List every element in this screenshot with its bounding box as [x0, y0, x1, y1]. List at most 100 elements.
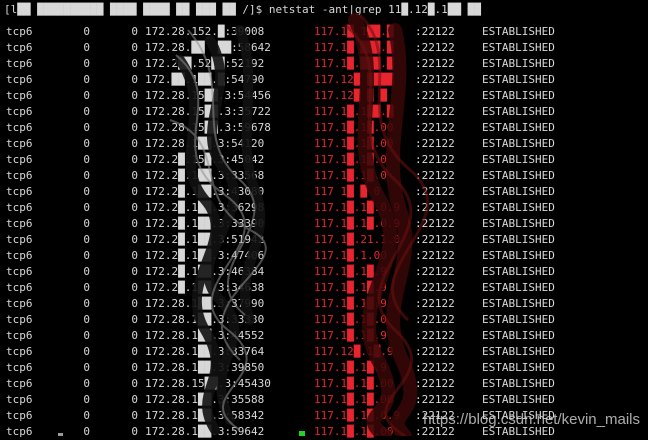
- state-cell: ESTABLISHED: [482, 313, 555, 326]
- recv-q-cell: 0: [83, 361, 90, 374]
- foreign-port-cell: :22122: [415, 233, 455, 246]
- proto-cell: tcp6: [6, 345, 33, 358]
- recv-q-cell: 0: [83, 137, 90, 150]
- foreign-address-cell: 117.1█.1█.0: [314, 313, 387, 326]
- proto-cell: tcp6: [6, 185, 33, 198]
- foreign-port-cell: :22122: [415, 249, 455, 262]
- local-address-cell: 172.28.1██.3:37990: [145, 297, 265, 310]
- recv-q-cell: 0: [83, 425, 90, 438]
- foreign-port-cell: :22122: [415, 361, 455, 374]
- proto-cell: tcp6: [6, 361, 33, 374]
- state-cell: ESTABLISHED: [482, 265, 555, 278]
- proto-cell: tcp6: [6, 265, 33, 278]
- foreign-port-cell: :22122: [415, 57, 455, 70]
- send-q-cell: 0: [131, 345, 138, 358]
- send-q-cell: 0: [131, 297, 138, 310]
- state-cell: ESTABLISHED: [482, 25, 555, 38]
- proto-cell: tcp6: [6, 121, 33, 134]
- local-address-cell: 172.28.1██.3:33330: [145, 313, 265, 326]
- send-q-cell: 0: [131, 329, 138, 342]
- state-cell: ESTABLISHED: [482, 57, 555, 70]
- foreign-address-cell: 117.1█.███.█: [314, 57, 394, 70]
- local-address-cell: 172.28.1██.3:39850: [145, 361, 265, 374]
- state-cell: ESTABLISHED: [482, 233, 555, 246]
- foreign-address-cell: 117.1█.1█.9: [314, 265, 387, 278]
- foreign-port-cell: :22122: [415, 393, 455, 406]
- local-address-cell: 172.28.1██.3:54120: [145, 137, 265, 150]
- state-cell: ESTABLISHED: [482, 153, 555, 166]
- proto-cell: tcp6: [6, 281, 33, 294]
- recv-q-cell: 0: [83, 313, 90, 326]
- foreign-port-cell: :22122: [415, 281, 455, 294]
- foreign-port-cell: :22122: [415, 105, 455, 118]
- proto-cell: tcp6: [6, 409, 33, 422]
- foreign-port-cell: :22122: [415, 41, 455, 54]
- recv-q-cell: 0: [83, 265, 90, 278]
- state-cell: ESTABLISHED: [482, 249, 555, 262]
- recv-q-cell: 0: [83, 409, 90, 422]
- foreign-port-cell: :22122: [415, 169, 455, 182]
- foreign-address-cell: 117.12█ ████: [314, 73, 394, 86]
- proto-cell: tcp6: [6, 297, 33, 310]
- command-line: [l██ ██████████ ████ ████ ██ ███ ██ /]$ …: [4, 3, 481, 16]
- state-cell: ESTABLISHED: [482, 73, 555, 86]
- local-address-cell: 172.28.15██.3:45430: [145, 377, 271, 390]
- proto-cell: tcp6: [6, 25, 33, 38]
- recv-q-cell: 0: [83, 377, 90, 390]
- foreign-address-cell: 117 1█ █ 0: [314, 185, 381, 198]
- foreign-address-cell: 117.1█.1█.9: [314, 281, 387, 294]
- send-q-cell: 0: [131, 169, 138, 182]
- state-cell: ESTABLISHED: [482, 345, 555, 358]
- send-q-cell: 0: [131, 57, 138, 70]
- recv-q-cell: 0: [83, 249, 90, 262]
- foreign-address-cell: 117.1█.21.1.0: [314, 233, 401, 246]
- recv-q-cell: 0: [83, 345, 90, 358]
- recv-q-cell: 0: [83, 233, 90, 246]
- recv-q-cell: 0: [83, 393, 90, 406]
- foreign-address-cell: 117.1█.1█.0: [314, 169, 387, 182]
- foreign-address-cell: 117.1█.1█.0.9: [314, 201, 401, 214]
- state-cell: ESTABLISHED: [482, 89, 555, 102]
- send-q-cell: 0: [131, 393, 138, 406]
- local-address-cell: 172.28.1██.3:59642: [145, 425, 265, 438]
- send-q-cell: 0: [131, 73, 138, 86]
- foreign-port-cell: :22122: [415, 89, 455, 102]
- recv-q-cell: 0: [83, 105, 90, 118]
- state-cell: ESTABLISHED: [482, 105, 555, 118]
- send-q-cell: 0: [131, 361, 138, 374]
- state-cell: ESTABLISHED: [482, 217, 555, 230]
- local-address-cell: 172.28.15██.3:59678: [145, 121, 271, 134]
- state-cell: ESTABLISHED: [482, 121, 555, 134]
- send-q-cell: 0: [131, 137, 138, 150]
- send-q-cell: 0: [131, 313, 138, 326]
- state-cell: ESTABLISHED: [482, 281, 555, 294]
- recv-q-cell: 0: [83, 73, 90, 86]
- foreign-address-cell: 117.1█.1█.00: [314, 377, 394, 390]
- foreign-port-cell: :22122: [415, 137, 455, 150]
- proto-cell: tcp6: [6, 249, 33, 262]
- local-address-cell: 172.2█.1██.3:46384: [145, 265, 265, 278]
- send-q-cell: 0: [131, 89, 138, 102]
- state-cell: ESTABLISHED: [482, 297, 555, 310]
- proto-cell: tcp6: [6, 329, 33, 342]
- local-address-cell: 172.2█.15█.3:45042: [145, 153, 265, 166]
- terminal-window[interactable]: [l██ ██████████ ████ ████ ██ ███ ██ /]$ …: [0, 0, 648, 438]
- foreign-port-cell: :22122: [415, 25, 455, 38]
- send-q-cell: 0: [131, 41, 138, 54]
- local-address-cell: 172.2█.1██.3:36298: [145, 201, 265, 214]
- send-q-cell: 0: [131, 233, 138, 246]
- watermark: https://blog.csdn.net/kevin_mails: [423, 411, 640, 428]
- foreign-port-cell: :22122: [415, 313, 455, 326]
- send-q-cell: 0: [131, 281, 138, 294]
- proto-cell: tcp6: [6, 41, 33, 54]
- local-address-cell: 172.28.152.█:39008: [145, 25, 265, 38]
- foreign-port-cell: :22122: [415, 377, 455, 390]
- proto-cell: tcp6: [6, 233, 33, 246]
- foreign-address-cell: 117.1█.1.00: [314, 249, 387, 262]
- recv-q-cell: 0: [83, 217, 90, 230]
- local-address-cell: 172.28.15██.3:54456: [145, 89, 271, 102]
- send-q-cell: 0: [131, 377, 138, 390]
- foreign-address-cell: 117.1█.1█.0.9: [314, 409, 401, 422]
- foreign-address-cell: 117.12█.1█.9: [314, 345, 394, 358]
- local-address-cell: 172.28.1██.3:44552: [145, 329, 265, 342]
